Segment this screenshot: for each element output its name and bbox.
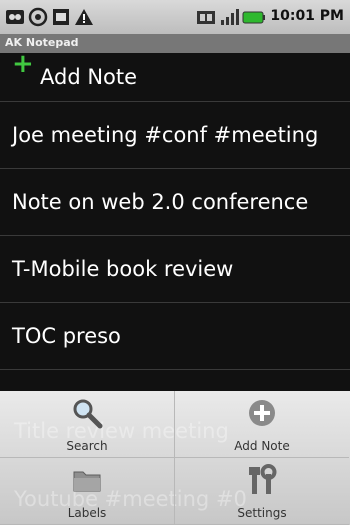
note-title: TOC preso — [12, 324, 121, 348]
menu-item-search[interactable]: Search — [0, 391, 175, 458]
status-bar: 10:01 PM — [0, 0, 350, 34]
menu-item-label: Search — [66, 439, 108, 453]
list-item[interactable]: Joe meeting #conf #meeting — [0, 102, 350, 169]
sync-icon — [196, 7, 216, 27]
note-title: T-Mobile book review — [12, 257, 234, 281]
search-icon — [71, 397, 103, 429]
settings-icon — [246, 464, 278, 496]
folder-icon — [71, 464, 103, 496]
options-menu: Title review meeting Youtube #meeting #0… — [0, 391, 350, 525]
list-item[interactable]: TOC preso — [0, 303, 350, 370]
menu-item-label: Add Note — [234, 439, 290, 453]
clock: 10:01 PM — [270, 8, 344, 24]
warning-icon — [74, 7, 94, 27]
note-title: Note on web 2.0 conference — [12, 190, 309, 214]
add-note-icon — [246, 397, 278, 429]
at-icon — [28, 7, 48, 27]
voicemail-icon — [5, 7, 25, 27]
menu-item-add-note[interactable]: Add Note — [175, 391, 349, 458]
signal-icon — [219, 7, 239, 27]
add-note-label: Add Note — [40, 65, 138, 89]
list-item[interactable]: T-Mobile book review — [0, 236, 350, 303]
plus-icon: + — [12, 49, 34, 79]
list-item[interactable]: Note on web 2.0 conference — [0, 169, 350, 236]
menu-item-label: Settings — [237, 506, 287, 520]
menu-item-settings[interactable]: Settings — [175, 458, 349, 525]
menu-item-label: Labels — [67, 506, 107, 520]
title-bar: AK Notepad — [0, 34, 350, 53]
android-icon — [51, 7, 71, 27]
note-list: + Add Note Joe meeting #conf #meeting No… — [0, 49, 350, 391]
note-title: Joe meeting #conf #meeting — [12, 123, 319, 147]
app-title: AK Notepad — [5, 36, 79, 49]
battery-icon — [242, 7, 266, 27]
add-note-row[interactable]: + Add Note — [0, 49, 350, 102]
menu-item-labels[interactable]: Labels — [0, 458, 175, 525]
